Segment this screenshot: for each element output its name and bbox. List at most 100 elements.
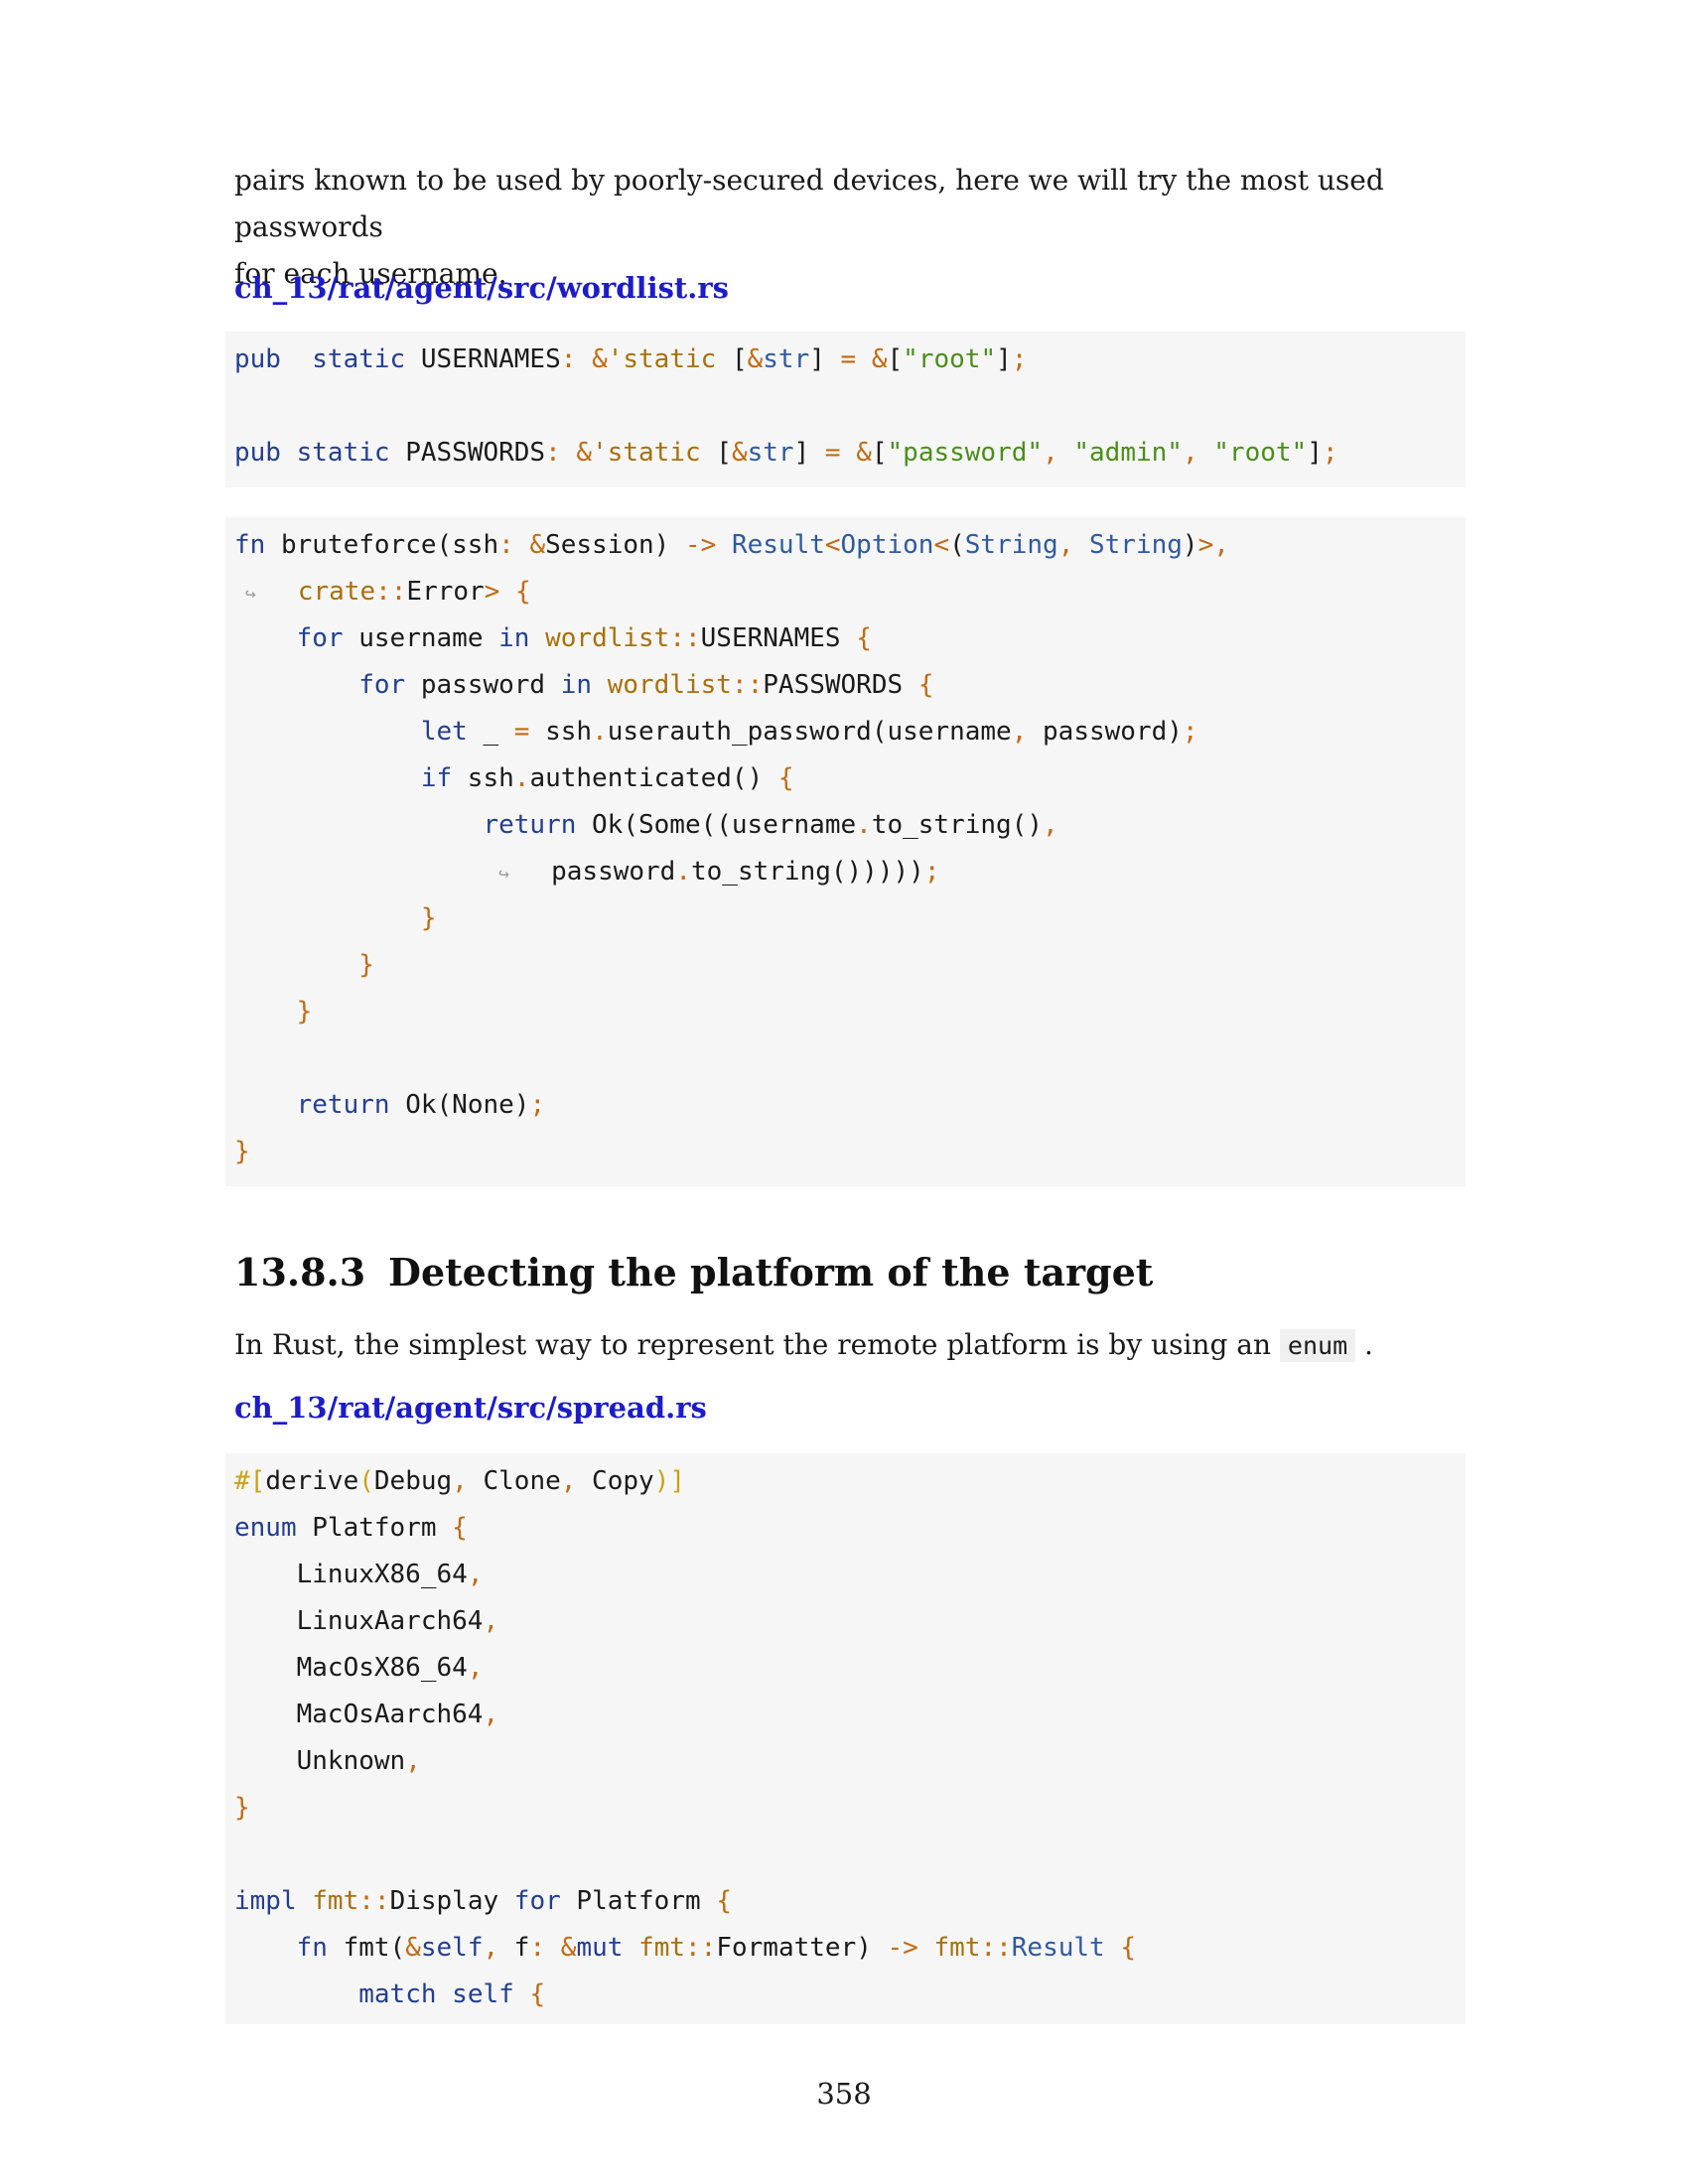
section-text-before: In Rust, the simplest way to represent t… xyxy=(234,1328,1272,1361)
code-token: mut xyxy=(576,1933,624,1963)
line-continuation-icon: ↪ xyxy=(498,864,520,885)
code-token: { xyxy=(529,1979,546,2009)
code-token: fmt xyxy=(638,1933,686,1963)
section-text-after: . xyxy=(1364,1328,1373,1361)
code-token: & xyxy=(529,530,546,560)
code-token: ] xyxy=(996,344,1012,374)
line-continuation-icon: ↪ xyxy=(234,584,267,605)
code-token: ssh xyxy=(529,717,593,747)
code-block-bruteforce: fn bruteforce(ssh: &Session) -> Result<O… xyxy=(225,517,1466,1186)
code-token: in xyxy=(560,670,593,700)
code-line: match self { xyxy=(234,1972,545,2018)
code-line: ↪ crate::Error> { xyxy=(234,569,531,615)
code-token: , xyxy=(1011,717,1028,747)
code-token: , xyxy=(467,1653,484,1683)
code-token: :: xyxy=(685,1933,717,1963)
code-token: { xyxy=(917,670,934,700)
code-token: -> xyxy=(684,530,717,560)
code-token: & xyxy=(576,438,593,468)
code-token: LinuxAarch64 xyxy=(234,1606,484,1636)
code-token: = xyxy=(840,344,857,374)
code-token: [ xyxy=(887,344,904,374)
code-token: str xyxy=(763,344,810,374)
code-line: MacOsAarch64, xyxy=(234,1692,499,1738)
code-token: Platform xyxy=(296,1513,453,1543)
code-line: for username in wordlist::USERNAMES { xyxy=(234,615,872,662)
code-token: { xyxy=(716,1886,732,1916)
code-token: username xyxy=(343,623,499,653)
code-token: : xyxy=(560,344,577,374)
code-token: >, xyxy=(1197,530,1229,560)
code-line: enum Platform { xyxy=(234,1505,468,1552)
code-token: , xyxy=(483,1700,499,1729)
code-token: 'static xyxy=(607,344,717,374)
code-token: Unknown xyxy=(234,1746,406,1776)
code-token: to_string() xyxy=(871,810,1043,840)
code-token: , xyxy=(560,1466,577,1496)
code-line: } xyxy=(234,989,313,1035)
section-number: 13.8.3 xyxy=(234,1250,366,1295)
code-line: fn fmt(&self, f: &mut fmt::Formatter) ->… xyxy=(234,1925,1136,1972)
code-line: return Ok(None); xyxy=(234,1082,545,1129)
code-token: & xyxy=(592,344,608,374)
file-label-wordlist[interactable]: ch_13/rat/agent/src/wordlist.rs xyxy=(234,271,729,305)
code-token: ; xyxy=(1182,717,1198,747)
code-token: :: xyxy=(669,623,701,653)
code-token: ssh xyxy=(452,763,514,793)
code-token: Option xyxy=(840,530,934,560)
file-label-spread[interactable]: ch_13/rat/agent/src/spread.rs xyxy=(234,1391,707,1425)
code-token: . xyxy=(513,763,530,793)
code-token: PASSWORDS xyxy=(763,670,918,700)
code-token: enum xyxy=(234,1513,297,1543)
code-token: . xyxy=(592,717,608,747)
code-line: pub static PASSWORDS: &'static [&str] = … xyxy=(234,430,1338,477)
code-token: , xyxy=(483,1606,499,1636)
code-token: Clone xyxy=(467,1466,561,1496)
code-token: password xyxy=(405,670,561,700)
code-token: & xyxy=(405,1933,421,1963)
code-token: : xyxy=(498,530,514,560)
code-token: let xyxy=(420,717,468,747)
code-line: if ssh.authenticated() { xyxy=(234,755,794,802)
code-token: fn xyxy=(234,530,266,560)
code-token: static xyxy=(312,344,406,374)
inline-code-enum: enum xyxy=(1279,1329,1356,1362)
code-token: Ok(None) xyxy=(389,1090,530,1120)
code-line: } xyxy=(234,942,374,989)
code-token: for xyxy=(513,1886,561,1916)
page-number: 358 xyxy=(816,2077,872,2111)
section-heading: 13.8.3 Detecting the platform of the targ… xyxy=(234,1250,1153,1295)
code-line: for password in wordlist::PASSWORDS { xyxy=(234,662,933,709)
code-token: self xyxy=(452,1979,514,2009)
code-token: { xyxy=(777,763,794,793)
code-line: MacOsX86_64, xyxy=(234,1645,484,1692)
code-token: bruteforce(ssh xyxy=(265,530,499,560)
code-token: pub xyxy=(234,438,281,468)
code-token: { xyxy=(856,623,872,653)
code-token: password) xyxy=(1027,717,1183,747)
code-token: to_string())))) xyxy=(691,857,924,887)
code-token: , xyxy=(452,1466,468,1496)
code-token: < xyxy=(824,530,841,560)
code-token: "admin" xyxy=(1073,438,1183,468)
code-token: & xyxy=(560,1933,577,1963)
section-title: Detecting the platform of the target xyxy=(388,1250,1154,1295)
